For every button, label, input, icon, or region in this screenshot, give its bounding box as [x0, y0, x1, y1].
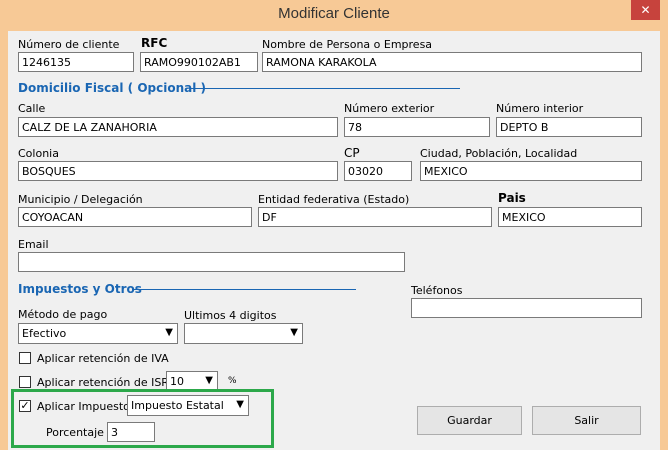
porcentaje-input[interactable]: 3 [107, 422, 155, 442]
ciudad-label: Ciudad, Población, Localidad [420, 147, 578, 160]
retencion-iva-label: Aplicar retención de IVA [37, 352, 169, 365]
close-button[interactable]: ✕ [631, 0, 660, 20]
isr-percent-symbol: % [228, 376, 237, 386]
porcentaje-label: Porcentaje [46, 426, 104, 439]
impuestos-section-title: Impuestos y Otros [18, 282, 142, 296]
email-label: Email [18, 238, 49, 251]
impuestos-divider [132, 289, 356, 290]
calle-label: Calle [18, 102, 46, 115]
chevron-down-icon: ▼ [205, 375, 213, 386]
colonia-input[interactable]: BOSQUES [18, 161, 338, 181]
close-icon: ✕ [640, 3, 651, 17]
nombre-label: Nombre de Persona o Empresa [262, 38, 433, 51]
metodo-pago-label: Método de pago [18, 308, 108, 321]
ultimos-digitos-label: Ultimos 4 digitos [184, 309, 277, 322]
aplicar-impuesto-checkbox[interactable]: ✓ [19, 400, 31, 412]
impuesto-tipo-select[interactable]: Impuesto Estatal ▼ [127, 395, 249, 416]
metodo-pago-select[interactable]: Efectivo ▼ [18, 323, 178, 344]
window: Modificar Cliente ✕ Número de cliente 12… [0, 0, 668, 450]
pais-input[interactable]: MEXICO [498, 207, 642, 227]
entidad-input[interactable]: DF [258, 207, 492, 227]
numero-cliente-input[interactable]: 1246135 [18, 52, 134, 72]
pais-label: Pais [498, 191, 526, 205]
calle-input[interactable]: CALZ DE LA ZANAHORIA [18, 117, 338, 137]
ciudad-input[interactable]: MEXICO [420, 161, 642, 181]
cp-label: CP [344, 146, 360, 160]
email-input[interactable] [18, 252, 405, 272]
numero-exterior-input[interactable]: 78 [344, 117, 490, 137]
telefonos-label: Teléfonos [411, 284, 463, 297]
retencion-isr-label: Aplicar retención de ISR [37, 376, 169, 389]
chevron-down-icon: ▼ [165, 327, 173, 338]
cp-input[interactable]: 03020 [344, 161, 412, 181]
checkmark-icon: ✓ [20, 399, 30, 412]
chevron-down-icon: ▼ [236, 399, 244, 410]
isr-rate-value: 10 [170, 375, 184, 388]
window-title: Modificar Cliente [278, 5, 390, 22]
domicilio-divider [190, 88, 460, 89]
numero-exterior-label: Número exterior [344, 102, 435, 115]
colonia-label: Colonia [18, 147, 59, 160]
retencion-iva-checkbox[interactable] [19, 352, 31, 364]
ultimos-digitos-select[interactable]: ▼ [184, 323, 303, 344]
aplicar-impuesto-label: Aplicar Impuesto [37, 400, 130, 413]
entidad-label: Entidad federativa (Estado) [258, 193, 410, 206]
guardar-button[interactable]: Guardar [417, 406, 522, 435]
rfc-input[interactable]: RAMO990102AB1 [140, 52, 258, 72]
title-bar[interactable]: Modificar Cliente ✕ [0, 0, 668, 30]
salir-button[interactable]: Salir [532, 406, 641, 435]
nombre-input[interactable]: RAMONA KARAKOLA [262, 52, 642, 72]
chevron-down-icon: ▼ [290, 327, 298, 338]
rfc-label: RFC [141, 36, 168, 50]
municipio-label: Municipio / Delegación [18, 193, 143, 206]
metodo-pago-value: Efectivo [22, 327, 67, 340]
impuesto-tipo-value: Impuesto Estatal [131, 399, 224, 412]
telefonos-input[interactable] [411, 298, 642, 318]
numero-interior-input[interactable]: DEPTO B [496, 117, 642, 137]
numero-interior-label: Número interior [496, 102, 584, 115]
municipio-input[interactable]: COYOACAN [18, 207, 252, 227]
numero-cliente-label: Número de cliente [18, 38, 120, 51]
domicilio-section-title: Domicilio Fiscal ( Opcional ) [18, 81, 206, 95]
retencion-isr-checkbox[interactable] [19, 376, 31, 388]
